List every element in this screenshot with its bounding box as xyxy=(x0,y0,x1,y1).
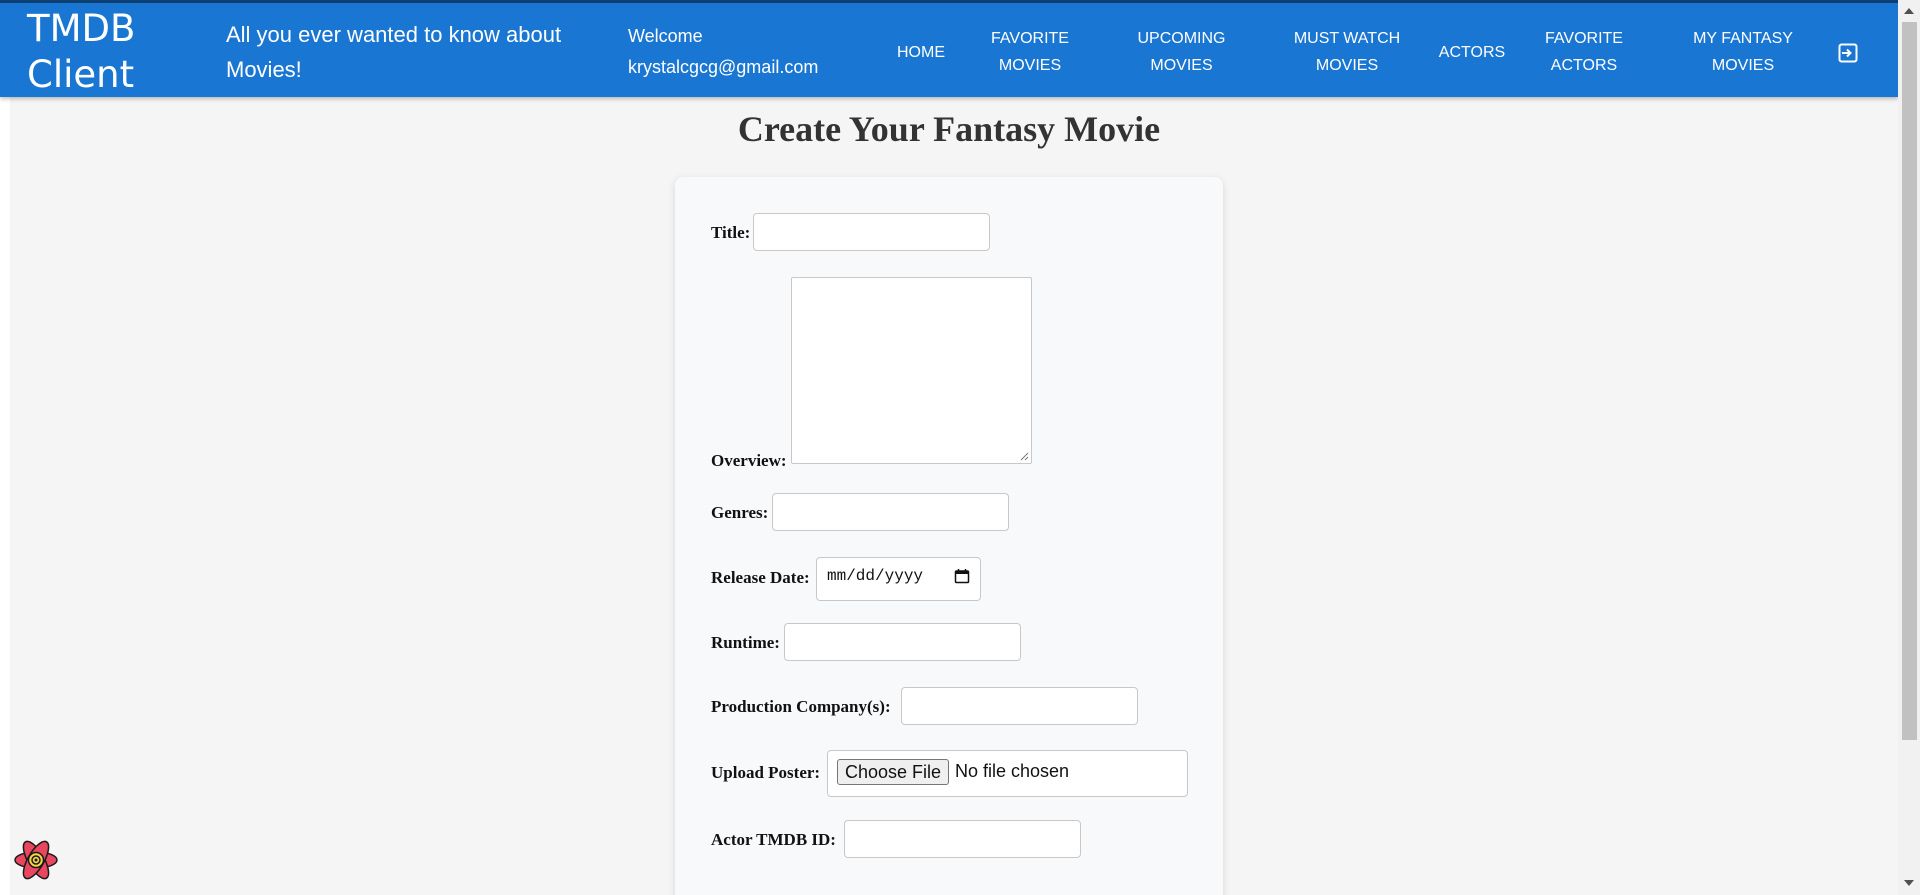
file-status-text: No file chosen xyxy=(955,761,1070,781)
release-date-label: Release Date: xyxy=(711,568,810,587)
nav-must-watch-movies[interactable]: Must Watch Movies xyxy=(1288,25,1406,79)
title-label: Title: xyxy=(711,223,751,242)
nav-favorite-movies[interactable]: Favorite Movies xyxy=(985,25,1075,79)
date-placeholder: mm/dd/yyyy xyxy=(827,567,924,585)
actor-tmdb-id-label: Actor TMDB ID: xyxy=(711,830,836,849)
app-header: TMDB Client All you ever wanted to know … xyxy=(0,0,1898,97)
overview-textarea[interactable] xyxy=(791,277,1032,464)
logout-icon[interactable] xyxy=(1836,41,1860,65)
brand-title: TMDB Client xyxy=(27,7,136,96)
scrollbar-thumb[interactable] xyxy=(1902,22,1917,740)
react-devtools-icon[interactable] xyxy=(13,837,59,883)
scroll-up-arrow-icon[interactable] xyxy=(1904,8,1914,14)
upload-poster-label: Upload Poster: xyxy=(711,763,821,782)
runtime-input[interactable] xyxy=(784,623,1021,661)
genres-input[interactable] xyxy=(772,493,1009,531)
runtime-label: Runtime: xyxy=(711,633,780,652)
actor-tmdb-id-input[interactable] xyxy=(844,820,1081,858)
overview-label: Overview: xyxy=(711,451,787,470)
nav-favorite-actors[interactable]: Favorite Actors xyxy=(1536,25,1632,79)
choose-file-button[interactable]: Choose File xyxy=(837,759,950,785)
fantasy-movie-form: Title: Overview: Genres: Release Date: m… xyxy=(675,177,1223,895)
nav-home[interactable]: Home xyxy=(896,39,946,66)
vertical-scrollbar[interactable] xyxy=(1898,0,1920,895)
nav-upcoming-movies[interactable]: Upcoming Movies xyxy=(1130,25,1233,79)
nav-actors[interactable]: Actors xyxy=(1437,39,1507,66)
header-tagline: All you ever wanted to know about Movies… xyxy=(226,22,562,82)
release-date-input[interactable]: mm/dd/yyyy xyxy=(816,557,981,601)
title-input[interactable] xyxy=(753,213,990,251)
page-viewport: TMDB Client All you ever wanted to know … xyxy=(0,0,1898,895)
calendar-icon[interactable] xyxy=(954,568,970,584)
genres-label: Genres: xyxy=(711,503,769,522)
page-title: Create Your Fantasy Movie xyxy=(737,109,1161,149)
welcome-message: Welcome krystalcgcg@gmail.com xyxy=(628,26,819,77)
nav-my-fantasy-movies[interactable]: My Fantasy Movies xyxy=(1684,25,1802,79)
scroll-down-arrow-icon[interactable] xyxy=(1904,880,1914,886)
poster-file-input[interactable]: Choose File No file chosen xyxy=(827,750,1188,797)
production-company-label: Production Company(s): xyxy=(711,697,891,716)
resize-grip-icon[interactable] xyxy=(1020,452,1029,461)
production-company-input[interactable] xyxy=(901,687,1138,725)
